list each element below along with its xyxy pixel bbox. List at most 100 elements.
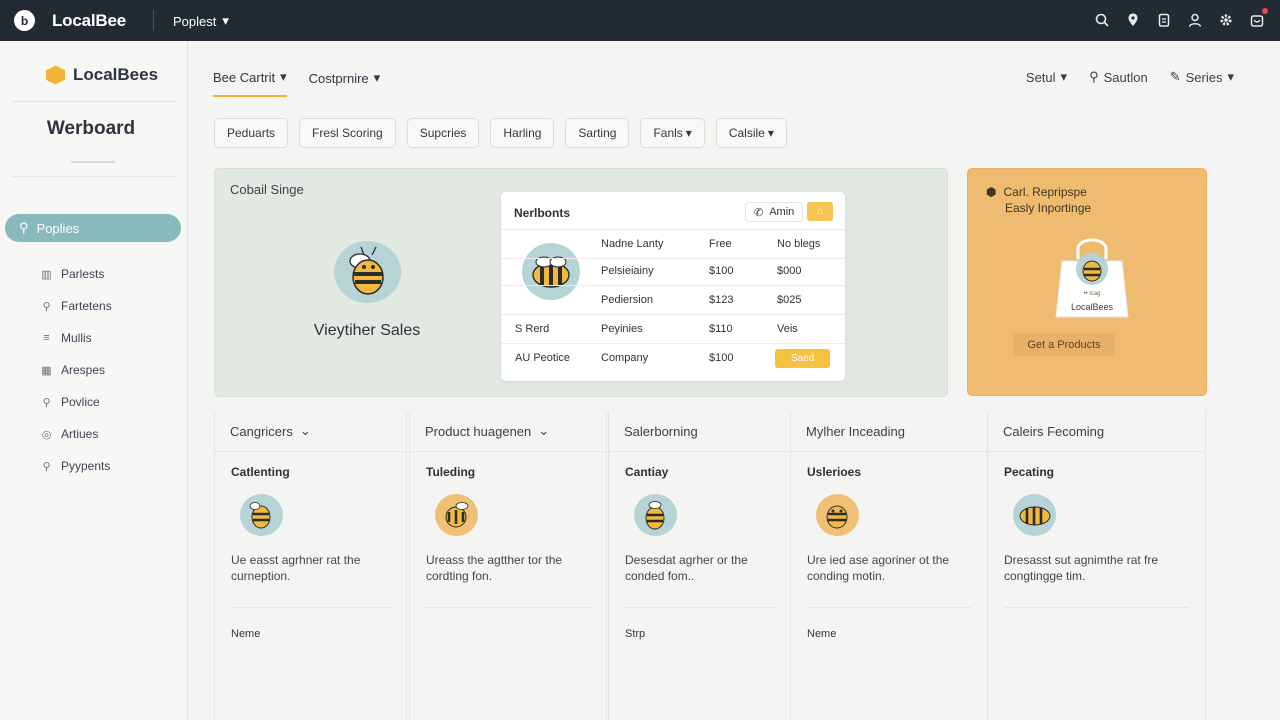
edit-icon: ✎ bbox=[1169, 69, 1181, 84]
table-row[interactable]: S Rerd Peyinies $110 Veis bbox=[501, 315, 845, 344]
search-icon[interactable] bbox=[1093, 10, 1111, 30]
category-column: Product huagenen ⌄ Tuleding Ureass the ag… bbox=[409, 411, 607, 720]
lock-button[interactable]: ⌂ bbox=[807, 202, 833, 221]
column-header-label: Mylher Inceading bbox=[806, 423, 905, 439]
gear-icon[interactable] bbox=[1217, 10, 1235, 30]
location-pin-icon[interactable] bbox=[1124, 10, 1142, 30]
search-button[interactable]: ⚲ Sautlon bbox=[1089, 69, 1148, 85]
divider bbox=[71, 161, 115, 163]
user-icon[interactable] bbox=[1186, 10, 1204, 30]
chip-sarting[interactable]: Sarting bbox=[565, 118, 630, 148]
sidebar-title: Werboard bbox=[46, 118, 136, 139]
chip-harling[interactable]: Harling bbox=[490, 118, 555, 148]
clipboard-icon[interactable] bbox=[1155, 10, 1173, 30]
table-cell: Company bbox=[601, 352, 649, 364]
tab-bee-cartrit[interactable]: Bee Cartrit ▾ bbox=[213, 69, 287, 97]
series-dropdown[interactable]: ✎ Series ▾ bbox=[1170, 69, 1234, 85]
chip-calsile[interactable]: Calsile ▾ bbox=[715, 118, 787, 148]
project-label: Poplest bbox=[173, 13, 217, 29]
column-header[interactable]: Mylher Inceading bbox=[791, 411, 987, 452]
category-column: Salerborning Cantiay Desesdat agrher or … bbox=[608, 411, 791, 720]
table-cell: $100 bbox=[709, 265, 734, 277]
setup-dropdown[interactable]: Setul ▾ bbox=[1026, 69, 1067, 85]
chip-label: Peduarts bbox=[227, 126, 276, 140]
sidebar-item-label: Arespes bbox=[61, 363, 106, 377]
admin-button[interactable]: ✆ Amin bbox=[745, 202, 804, 222]
tab-label: Costprnire bbox=[308, 70, 369, 86]
sidebar-item-artiues[interactable]: ◎ Artiues bbox=[40, 425, 112, 443]
sidebar-item-active[interactable]: ⚲ Poplies bbox=[5, 214, 181, 242]
table-row[interactable]: Pediersion $123 $025 bbox=[501, 286, 845, 315]
column-footer: Neme bbox=[231, 628, 261, 640]
top-bar: b LocalBee Poplest ▾ bbox=[0, 0, 1280, 41]
category-column: Caleirs Fecoming Pecating Dresasst sut a… bbox=[987, 411, 1206, 720]
sidebar-item-arespes[interactable]: ▦ Arespes bbox=[40, 361, 112, 379]
table-cell: S Rerd bbox=[515, 323, 550, 335]
column-header[interactable]: Salerborning bbox=[609, 411, 790, 452]
sidebar-item-pyypents[interactable]: ⚲ Pyypents bbox=[40, 457, 112, 475]
hero-panel: Cobail Singe Vieytiher Sales Nerlbonts ✆… bbox=[214, 168, 948, 397]
table-cell: Veis bbox=[777, 323, 798, 335]
column-header-label: Product huagenen bbox=[425, 423, 532, 439]
chip-label: Calsile bbox=[728, 126, 765, 140]
series-label: Series bbox=[1185, 69, 1223, 85]
pin-icon: ⚲ bbox=[42, 460, 51, 473]
pin-icon: ⚲ bbox=[19, 220, 29, 235]
setup-label: Setul bbox=[1025, 69, 1056, 85]
chevron-down-icon: ▾ bbox=[280, 69, 287, 84]
chevron-down-icon: ▾ bbox=[1060, 69, 1068, 84]
column-header[interactable]: Caleirs Fecoming bbox=[988, 411, 1205, 452]
sidebar-item-mullis[interactable]: ≡ Mullis bbox=[40, 329, 112, 347]
column-header: No blegs bbox=[777, 238, 821, 250]
table-row[interactable]: Pelsieiainy $100 $000 bbox=[501, 257, 845, 286]
cart-icon[interactable] bbox=[1248, 8, 1268, 30]
column-header[interactable]: Product huagenen ⌄ bbox=[410, 411, 606, 452]
table-cell: Pediersion bbox=[601, 294, 653, 306]
chip-label: Sarting bbox=[578, 126, 617, 140]
chip-fresl-scoring[interactable]: Fresl Scoring bbox=[299, 118, 396, 148]
sidebar: LocalBees Werboard ⚲ Poplies ▥ Parlests ⚲… bbox=[0, 41, 188, 720]
column-header: Nadne Lanty bbox=[601, 238, 664, 250]
table-row[interactable]: AU Peotice Company $100 Saed bbox=[501, 344, 845, 373]
promo-title: ⬢ Carl. Repripspe bbox=[986, 185, 1087, 199]
get-products-button[interactable]: Get a Products bbox=[1013, 333, 1115, 356]
sidebar-item-parlests[interactable]: ▥ Parlests bbox=[40, 265, 112, 283]
chevron-down-icon: ▾ bbox=[685, 126, 692, 140]
column-description: Ure ied ase agoriner ot the conding moti… bbox=[807, 553, 950, 583]
tab-label: Bee Cartrit bbox=[213, 69, 276, 85]
chip-peduarts[interactable]: Peduarts bbox=[214, 118, 289, 148]
column-header-label: Cangricers bbox=[230, 423, 293, 439]
sidebar-item-label: Artiues bbox=[61, 427, 99, 441]
app-logo-icon[interactable]: b bbox=[14, 10, 35, 31]
select-button[interactable]: Saed bbox=[775, 349, 830, 368]
search-icon: ⚲ bbox=[1089, 69, 1099, 84]
column-description: Ureass the agtther tor the cordting fon. bbox=[426, 553, 563, 583]
chip-label: Fresl Scoring bbox=[312, 126, 383, 140]
table-header-row: Nadne Lanty Free No blegs bbox=[501, 230, 845, 259]
chip-fanls[interactable]: Fanls ▾ bbox=[640, 118, 705, 148]
category-column: Mylher Inceading Uslerioes Ure ied ase a… bbox=[790, 411, 988, 720]
table-cell: Pelsieiainy bbox=[601, 265, 654, 277]
column-footer: Strp bbox=[625, 628, 646, 640]
sub-nav-actions: Setul ▾ ⚲ Sautlon ✎ Series ▾ bbox=[1026, 69, 1234, 85]
card-title: Nerlbonts bbox=[514, 206, 571, 220]
table-cell: AU Peotice bbox=[515, 352, 571, 364]
overview-card: Nerlbonts ✆ Amin ⌂ Nadne Lanty Free No b… bbox=[501, 192, 845, 381]
column-header[interactable]: Cangricers ⌄ bbox=[215, 411, 406, 452]
sidebar-item-label: Mullis bbox=[61, 331, 92, 345]
brand-name[interactable]: LocalBee bbox=[52, 11, 126, 31]
target-icon: ◎ bbox=[41, 428, 52, 441]
sidebar-item-povlice[interactable]: ⚲ Povlice bbox=[40, 393, 112, 411]
list-icon: ≡ bbox=[43, 332, 50, 344]
table-cell: Peyinies bbox=[601, 323, 643, 335]
project-dropdown[interactable]: Poplest ▾ bbox=[173, 13, 229, 29]
column-header-label: Salerborning bbox=[624, 423, 698, 439]
sidebar-logo[interactable]: LocalBees bbox=[46, 65, 158, 85]
chart-icon: ▥ bbox=[41, 268, 52, 281]
column-description: Dresasst sut agnimthe rat fre congtingge… bbox=[1004, 553, 1159, 583]
tab-costprnire[interactable]: Costprnire ▾ bbox=[309, 69, 381, 97]
chip-supcries[interactable]: Supcries bbox=[406, 118, 480, 148]
sidebar-item-fartetens[interactable]: ⚲ Fartetens bbox=[40, 297, 111, 315]
divider bbox=[12, 101, 176, 102]
chevron-down-icon: ▾ bbox=[373, 70, 381, 85]
